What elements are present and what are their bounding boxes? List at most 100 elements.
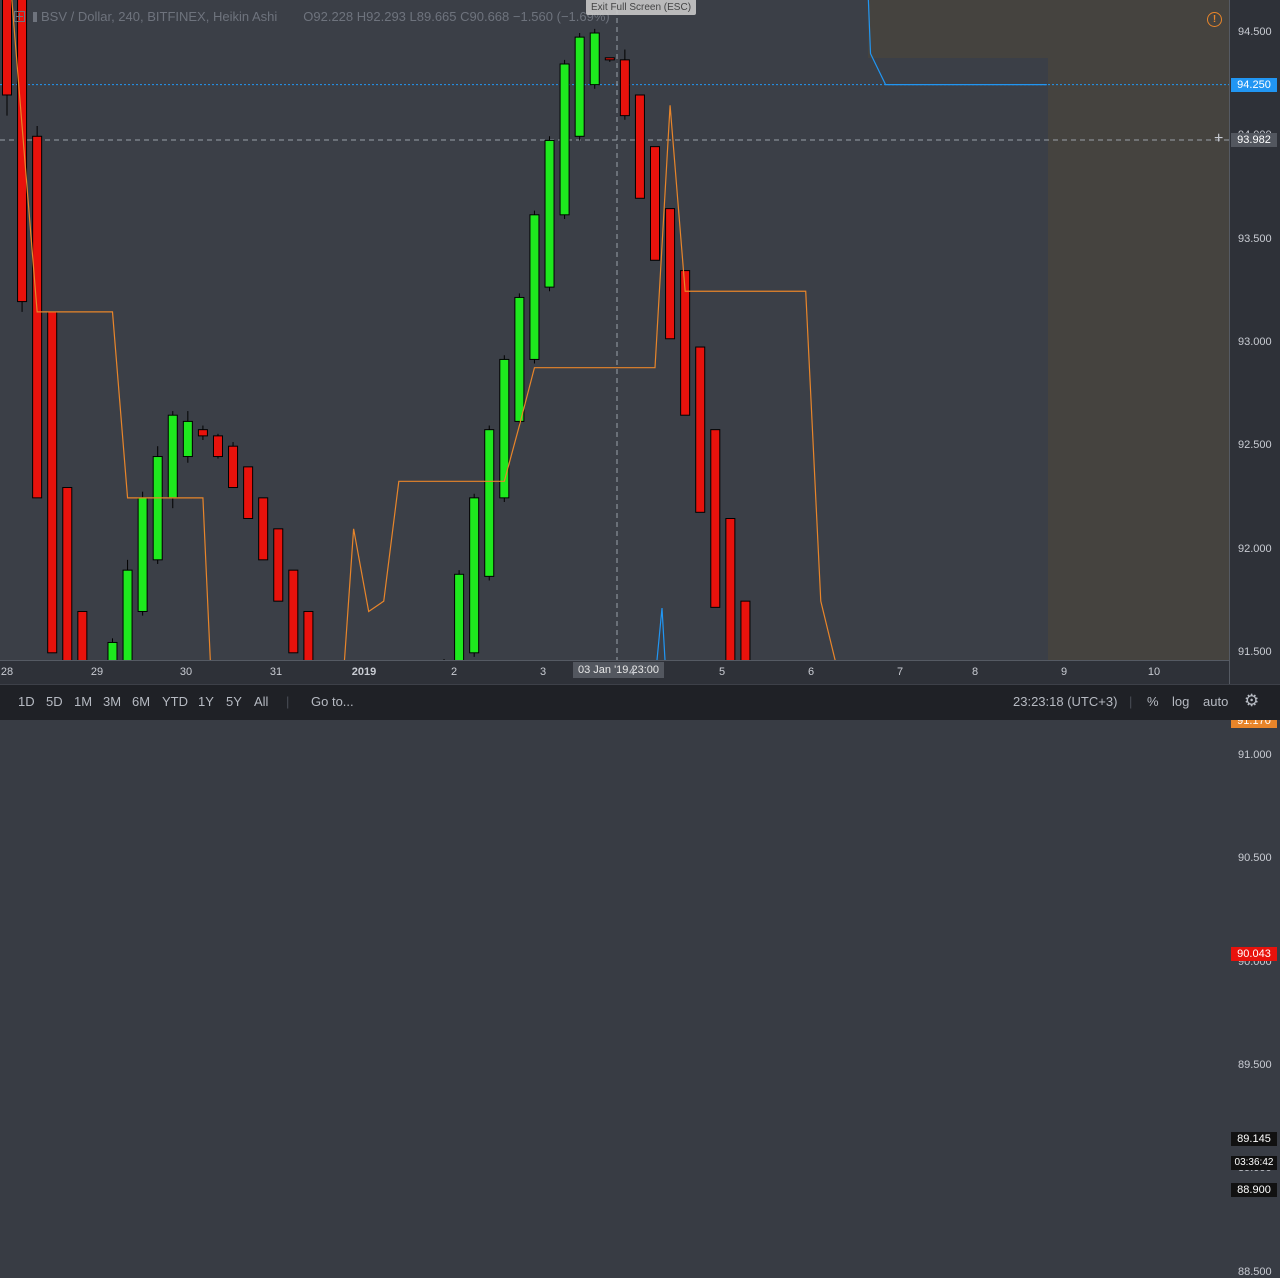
time-tick-label: 2019 bbox=[351, 666, 377, 678]
candle bbox=[62, 487, 73, 660]
candle bbox=[665, 208, 676, 340]
time-tick-label: 10 bbox=[1147, 666, 1161, 678]
exit-full-screen-button[interactable]: Exit Full Screen (ESC) bbox=[586, 0, 697, 15]
toolbar-divider: | bbox=[286, 694, 290, 709]
toolbar-divider-right: | bbox=[1129, 694, 1133, 709]
add-alert-plus-icon[interactable]: + bbox=[1214, 130, 1223, 148]
shaded-zone-top bbox=[868, 0, 1048, 58]
chart-area[interactable]: BSV / Dollar, 240, BITFINEX, Heikin Ashi… bbox=[0, 0, 1229, 684]
price-chart-canvas[interactable] bbox=[0, 0, 1229, 660]
crosshair-time-label: 03 Jan '19 23:00 bbox=[573, 662, 665, 678]
candle bbox=[77, 610, 88, 660]
candle bbox=[258, 497, 269, 561]
price-tick-label: 92.000 bbox=[1238, 542, 1272, 555]
blue-price-tag: 94.250 bbox=[1231, 77, 1277, 92]
time-tick-label: 28 bbox=[0, 666, 14, 678]
price-tick-label: 93.000 bbox=[1238, 335, 1272, 348]
ohlc-values: O92.228 H92.293 L89.665 C90.668 −1.560 (… bbox=[303, 9, 610, 24]
candle bbox=[725, 518, 736, 660]
goto-button[interactable]: Go to... bbox=[311, 694, 354, 709]
candle bbox=[122, 559, 133, 660]
candle bbox=[680, 270, 691, 416]
candle bbox=[303, 610, 314, 660]
candle bbox=[634, 94, 645, 199]
range-ytd-button[interactable]: YTD bbox=[162, 694, 188, 709]
candle bbox=[197, 425, 208, 441]
price-tick-label: 89.500 bbox=[1238, 1059, 1272, 1071]
candle bbox=[107, 638, 118, 660]
candle bbox=[212, 433, 223, 459]
chart-legend: BSV / Dollar, 240, BITFINEX, Heikin Ashi… bbox=[14, 9, 610, 24]
range-3m-button[interactable]: 3M bbox=[103, 694, 121, 709]
log-scale-toggle[interactable]: log bbox=[1172, 694, 1189, 709]
price-tick-label: 92.500 bbox=[1238, 439, 1272, 452]
time-tick-label: 4 bbox=[628, 666, 636, 678]
candle bbox=[574, 33, 585, 141]
candle bbox=[243, 466, 254, 520]
range-6m-button[interactable]: 6M bbox=[132, 694, 150, 709]
candle bbox=[137, 491, 148, 616]
time-tick-label: 2 bbox=[450, 666, 458, 678]
symbol-title: BSV / Dollar, 240, BITFINEX, Heikin Ashi bbox=[41, 9, 278, 24]
price-axis[interactable]: 94.50094.00093.50093.00092.50092.00091.5… bbox=[1229, 0, 1280, 1278]
candle bbox=[529, 210, 540, 364]
time-tick-label: 5 bbox=[718, 666, 726, 678]
range-1m-button[interactable]: 1M bbox=[74, 694, 92, 709]
gear-icon[interactable]: ⚙ bbox=[1244, 691, 1259, 711]
countdown-tag: 03:36:42 bbox=[1231, 1156, 1277, 1171]
candle bbox=[619, 49, 630, 120]
price-tick-label: 93.500 bbox=[1238, 232, 1272, 245]
candle bbox=[167, 411, 178, 509]
time-axis[interactable]: 03 Jan '19 23:00 28 29 30 31 2019 2 3 4 5 6 7 8 9 10 bbox=[0, 660, 1229, 685]
candle bbox=[559, 59, 570, 219]
time-tick-label: 29 bbox=[90, 666, 104, 678]
candle bbox=[152, 446, 163, 564]
candle bbox=[182, 411, 193, 463]
range-5d-button[interactable]: 5D bbox=[46, 694, 63, 709]
price-tick-label: 91.500 bbox=[1238, 645, 1272, 658]
candle bbox=[740, 600, 751, 660]
blue-volume-spike bbox=[656, 607, 666, 660]
candle bbox=[228, 442, 239, 489]
time-tick-label: 8 bbox=[971, 666, 979, 678]
time-tick-label: 7 bbox=[896, 666, 904, 678]
legend-collapse-icon[interactable] bbox=[14, 11, 25, 22]
range-1y-button[interactable]: 1Y bbox=[198, 694, 214, 709]
price-tag-88900: 88.900 bbox=[1231, 1182, 1277, 1197]
candle bbox=[17, 0, 28, 312]
range-all-button[interactable]: All bbox=[254, 694, 268, 709]
percent-scale-toggle[interactable]: % bbox=[1147, 694, 1159, 709]
last-price-tag: 90.043 bbox=[1231, 946, 1277, 961]
candle bbox=[273, 528, 284, 602]
price-tick-label: 90.500 bbox=[1238, 852, 1272, 865]
candle bbox=[454, 570, 465, 660]
candle bbox=[484, 425, 495, 581]
range-1d-button[interactable]: 1D bbox=[18, 694, 35, 709]
time-tick-label: 9 bbox=[1060, 666, 1068, 678]
candle bbox=[710, 429, 721, 608]
candle bbox=[469, 493, 480, 657]
price-tick-label: 94.500 bbox=[1238, 26, 1272, 38]
time-tick-label: 31 bbox=[269, 666, 283, 678]
crosshair-price-tag: 93.982 bbox=[1231, 133, 1277, 148]
alert-icon[interactable]: ! bbox=[1207, 12, 1222, 27]
clock-timezone[interactable]: 23:23:18 (UTC+3) bbox=[1013, 694, 1117, 709]
price-tag-89145: 89.145 bbox=[1231, 1132, 1277, 1147]
time-tick-label: 6 bbox=[807, 666, 815, 678]
price-tick-label: 88.500 bbox=[1238, 1265, 1272, 1278]
legend-square-icon bbox=[33, 11, 37, 22]
bottom-toolbar: 1D 5D 1M 3M 6M YTD 1Y 5Y All | Go to... … bbox=[0, 684, 1280, 720]
auto-scale-toggle[interactable]: auto bbox=[1203, 694, 1228, 709]
candle bbox=[589, 28, 600, 89]
range-5y-button[interactable]: 5Y bbox=[226, 694, 242, 709]
candle bbox=[650, 146, 661, 261]
future-zone bbox=[1048, 0, 1229, 660]
candle bbox=[514, 293, 525, 426]
time-tick-label: 30 bbox=[179, 666, 193, 678]
candle bbox=[695, 346, 706, 513]
time-tick-label: 3 bbox=[539, 666, 547, 678]
candle bbox=[544, 136, 555, 292]
candle bbox=[288, 569, 299, 654]
price-tick-label: 91.000 bbox=[1238, 749, 1272, 762]
candle bbox=[604, 57, 615, 62]
